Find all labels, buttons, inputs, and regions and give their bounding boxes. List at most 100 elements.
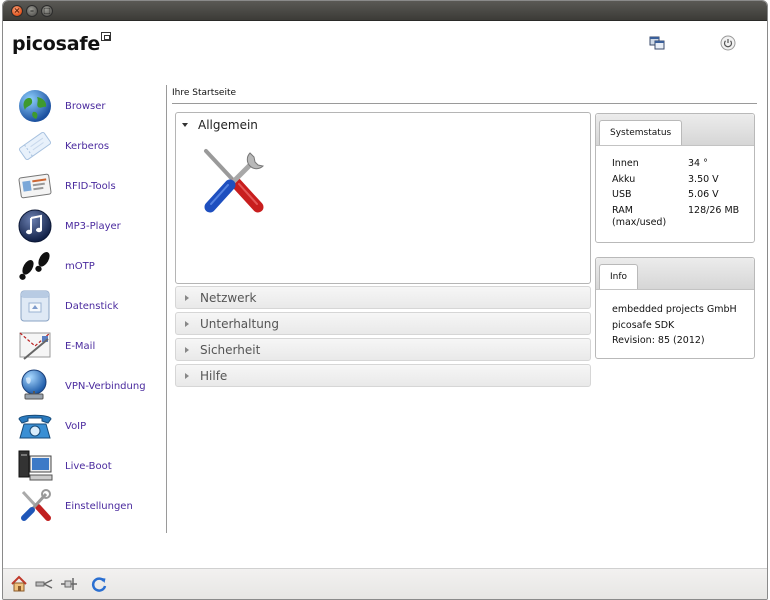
globe-icon [15, 87, 55, 125]
home-button[interactable] [10, 575, 28, 593]
sidebar-item-kerberos[interactable]: Kerberos [15, 127, 165, 165]
telephone-icon [15, 407, 55, 445]
accordion-allgemein-header[interactable]: Allgemein [182, 118, 258, 132]
sidebar: Browser Kerberos RFID-Tools MP3-Player m… [3, 85, 167, 533]
logo-mark-icon [101, 32, 112, 41]
sidebar-item-voip[interactable]: VoIP [15, 407, 165, 445]
tab-systemstatus[interactable]: Systemstatus [599, 120, 683, 145]
rfid-card-icon [15, 167, 55, 205]
info-panel-header: Info [596, 258, 754, 290]
accordion-label: Unterhaltung [200, 316, 280, 331]
close-icon: × [13, 6, 21, 15]
status-row: USB 5.06 V [612, 187, 754, 203]
systemstatus-panel-header: Systemstatus [596, 114, 754, 146]
sidebar-item-browser[interactable]: Browser [15, 87, 165, 125]
tools-icon [204, 149, 265, 213]
sidebar-item-vpn-verbindung[interactable]: VPN-Verbindung [15, 367, 165, 405]
app-window: × – □ picosafe Browser Kerberos RFID-Too… [2, 0, 768, 600]
status-key: (max/used) [612, 216, 667, 228]
refresh-button[interactable] [90, 575, 108, 593]
triangle-right-icon [185, 346, 189, 353]
sidebar-item-label: VoIP [65, 420, 87, 432]
sidebar-item-datenstick[interactable]: Datenstick [15, 287, 165, 325]
app-logo: picosafe [12, 32, 112, 55]
systemstatus-panel: Systemstatus Innen 34 ° Akku 3.50 V USB … [595, 113, 755, 243]
accordion-hilfe[interactable]: Hilfe [175, 364, 591, 387]
info-list: embedded projects GmbH picosafe SDK Revi… [596, 290, 754, 349]
sidebar-item-mp3-player[interactable]: MP3-Player [15, 207, 165, 245]
sidebar-item-label: Datenstick [65, 300, 119, 312]
envelope-icon [15, 327, 55, 365]
window-switcher-button[interactable] [649, 35, 665, 51]
info-line: Revision: 85 (2012) [612, 335, 705, 346]
app-name: picosafe [12, 33, 101, 55]
power-icon [720, 35, 736, 51]
accordion-label: Hilfe [200, 368, 228, 383]
accordion-allgemein: Allgemein [175, 112, 591, 284]
sidebar-item-label: E-Mail [65, 340, 96, 352]
status-value: 3.50 V [688, 173, 719, 185]
music-note-icon [15, 207, 55, 245]
accordion-unterhaltung[interactable]: Unterhaltung [175, 312, 591, 335]
bottom-toolbar [3, 568, 767, 599]
sidebar-item-label: Browser [65, 100, 106, 112]
sidebar-item-label: Kerberos [65, 140, 110, 152]
window-close-button[interactable]: × [11, 5, 23, 17]
info-line: embedded projects GmbH [612, 304, 737, 315]
sidebar-item-label: MP3-Player [65, 220, 121, 232]
title-divider [172, 103, 757, 104]
back-button[interactable] [35, 575, 53, 593]
status-row: Akku 3.50 V [612, 172, 754, 188]
status-key: Akku [612, 173, 636, 185]
sidebar-item-motp[interactable]: mOTP [15, 247, 165, 285]
window-titlebar[interactable]: × – □ [3, 1, 767, 21]
status-key: USB [612, 189, 632, 200]
info-panel: Info embedded projects GmbH picosafe SDK… [595, 257, 755, 359]
window-minimize-button[interactable]: – [26, 5, 38, 17]
accordion-label: Sicherheit [200, 342, 261, 357]
status-value: 34 ° [688, 158, 708, 169]
sidebar-item-label: Live-Boot [65, 460, 112, 472]
triangle-right-icon [185, 294, 189, 301]
accordion-label: Netzwerk [200, 290, 257, 305]
sidebar-item-label: mOTP [65, 260, 95, 272]
page-title: Ihre Startseite [172, 88, 237, 98]
status-row: (max/used) [612, 217, 754, 229]
accordion-netzwerk[interactable]: Netzwerk [175, 286, 591, 309]
triangle-down-icon [182, 123, 188, 127]
status-row: Innen 34 ° [612, 156, 754, 172]
settings-tools-shortcut[interactable] [202, 147, 268, 215]
tab-info[interactable]: Info [599, 264, 639, 289]
accordion-label: Allgemein [198, 118, 258, 132]
usb-connector-icon [61, 578, 77, 590]
triangle-right-icon [185, 372, 189, 379]
sidebar-item-live-boot[interactable]: Live-Boot [15, 447, 165, 485]
sidebar-item-rfid-tools[interactable]: RFID-Tools [15, 167, 165, 205]
tools-icon [15, 487, 55, 525]
sidebar-item-label: RFID-Tools [65, 180, 116, 192]
ticket-icon [15, 127, 55, 165]
sidebar-item-label: VPN-Verbindung [65, 380, 146, 392]
computer-icon [15, 447, 55, 485]
status-list: Innen 34 ° Akku 3.50 V USB 5.06 V RAM 12… [596, 146, 754, 229]
usb-drive-icon [15, 287, 55, 325]
info-line: picosafe SDK [612, 319, 675, 331]
status-value: 128/26 MB [688, 204, 740, 216]
window-maximize-button[interactable]: □ [41, 5, 53, 17]
status-value: 5.06 V [688, 189, 719, 200]
vpn-globe-icon [15, 367, 55, 405]
status-key: RAM [612, 204, 633, 216]
power-button[interactable] [720, 35, 736, 51]
connect-button[interactable] [60, 575, 78, 593]
minimize-icon: – [30, 6, 34, 15]
status-key: Innen [612, 158, 639, 169]
status-row: RAM 128/26 MB [612, 205, 754, 217]
maximize-icon: □ [43, 6, 51, 15]
sidebar-item-einstellungen[interactable]: Einstellungen [15, 487, 165, 525]
windows-icon [649, 36, 665, 50]
footprints-icon [15, 247, 55, 285]
sidebar-item-e-mail[interactable]: E-Mail [15, 327, 165, 365]
sidebar-item-label: Einstellungen [65, 500, 133, 512]
accordion-sicherheit[interactable]: Sicherheit [175, 338, 591, 361]
usb-plug-icon [35, 579, 53, 589]
